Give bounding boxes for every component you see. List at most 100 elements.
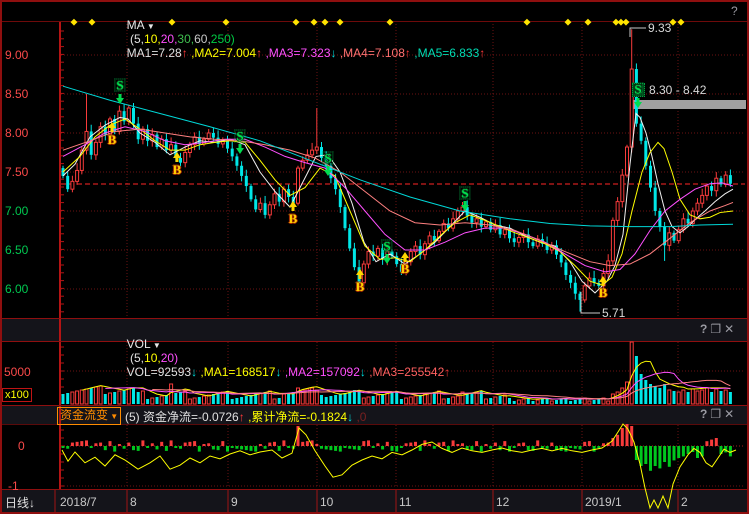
vol-dropdown[interactable]: VOL ▼	[127, 337, 161, 351]
event-diamond-icon[interactable]: ◆	[311, 17, 318, 28]
date-axis-label: 12	[496, 495, 509, 509]
maximize-icon: ❐	[710, 322, 724, 336]
funds-window-controls[interactable]: ?❐✕	[700, 407, 737, 421]
indicator-dropdown[interactable]: MA ▼	[127, 18, 155, 32]
close-icon: ✕	[724, 407, 737, 421]
funds-value: (5) 资金净流=-0.0726	[125, 410, 239, 424]
vol-unit-badge: x100	[2, 388, 32, 402]
ma-param: 20,	[161, 32, 178, 46]
buy-signal: B	[401, 261, 410, 277]
low-price-annotation: 5.71	[602, 306, 625, 320]
price-axis-label: 9.00	[5, 48, 28, 62]
up-arrow-icon: ↑	[239, 410, 248, 424]
date-axis-label: 9	[231, 495, 238, 509]
vol-window-controls[interactable]: ?❐✕	[700, 322, 737, 336]
event-diamond-icon[interactable]: ◆	[337, 17, 344, 28]
up-arrow-icon: ↑	[479, 46, 488, 60]
price-axis-label: 6.50	[5, 243, 28, 257]
vol-axis-label: 5000	[4, 365, 31, 379]
vol-params: (5,10,20)	[127, 351, 178, 365]
date-axis-label: 11	[399, 495, 411, 509]
ma-param: 60,	[194, 32, 211, 46]
high-price-annotation: 9.33	[648, 21, 671, 35]
down-arrow-icon: ↓	[331, 46, 340, 60]
help-icon[interactable]: ?	[731, 4, 738, 18]
down-arrow-icon: ↓	[29, 496, 35, 510]
event-diamond-icon[interactable]: ◆	[524, 17, 531, 28]
event-diamond-icon[interactable]: ◆	[565, 17, 572, 28]
maximize-icon: ❐	[710, 407, 724, 421]
help-icon: ?	[700, 322, 710, 336]
ma-value: ,MA4=7.108	[340, 46, 405, 60]
event-diamond-icon[interactable]: ◆	[585, 17, 592, 28]
funds-axis-label: -1	[8, 479, 19, 493]
buy-signal: B	[289, 211, 298, 227]
up-arrow-icon: ↑	[182, 46, 191, 60]
ma-value: MA1=7.28	[127, 46, 182, 60]
sell-signal: S	[114, 79, 125, 92]
buy-signal: B	[108, 132, 117, 148]
down-arrow-icon: ↓	[275, 365, 284, 379]
funds-plot[interactable]	[61, 425, 745, 489]
ma-params: (5,10,20,30,60,250)	[127, 32, 235, 46]
event-diamond-icon[interactable]: ◆	[387, 17, 394, 28]
help-icon: ?	[700, 407, 710, 421]
event-diamond-icon[interactable]: ◆	[293, 17, 300, 28]
sell-signal: S	[322, 152, 333, 165]
buy-signal: B	[173, 162, 182, 178]
funds-value: ,累计净流=-0.1824	[248, 410, 347, 424]
event-diamond-icon[interactable]: ◆	[71, 17, 78, 28]
vol-param: 20)	[161, 351, 178, 365]
sell-signal: S	[381, 240, 392, 253]
date-axis-bar	[0, 490, 749, 512]
date-axis-label: 2	[681, 495, 688, 509]
ma-value: ,MA2=7.004	[191, 46, 256, 60]
date-axis-label: 10	[320, 495, 333, 509]
sell-signal: S	[234, 130, 245, 143]
funds-value: ,0	[356, 410, 366, 424]
funds-axis-label: 0	[18, 439, 25, 453]
ma-param: 30,	[177, 32, 194, 46]
trading-app-window: { "main_header": { "indicator_label": "M…	[0, 0, 749, 514]
ma-param: 10,	[144, 32, 161, 46]
date-axis-label: 8	[130, 495, 137, 509]
event-diamond-icon[interactable]: ◆	[623, 17, 630, 28]
ma-values: MA1=7.28↑ ,MA2=7.004↑ ,MA3=7.323↓ ,MA4=7…	[127, 46, 489, 60]
event-diamond-icon[interactable]: ◆	[89, 17, 96, 28]
buy-signal: B	[356, 279, 365, 295]
vol-param: (5,	[130, 351, 144, 365]
main-indicator-header: MA ▼ (5,10,20,30,60,250) MA1=7.28↑ ,MA2=…	[120, 4, 489, 60]
funds-values: (5) 资金净流=-0.0726↑ ,累计净流=-0.1824↓ ,0	[125, 408, 366, 425]
vol-param: 10,	[144, 351, 161, 365]
price-axis-label: 7.50	[5, 165, 28, 179]
funds-indicator-dropdown[interactable]: 资金流变 ▼	[57, 407, 121, 425]
price-axis-label: 7.00	[5, 204, 28, 218]
event-diamond-icon[interactable]: ◆	[678, 17, 685, 28]
price-axis-label: 6.00	[5, 282, 28, 296]
sell-signal: S	[632, 83, 643, 96]
ma-value: ,MA3=7.323	[265, 46, 330, 60]
price-axis-label: 8.50	[5, 87, 28, 101]
up-arrow-icon: ↑	[405, 46, 414, 60]
vol-value: ,MA1=168517	[200, 365, 275, 379]
vol-value: VOL=92593	[127, 365, 191, 379]
vol-value: ,MA2=157092	[285, 365, 360, 379]
date-axis-label: 2018/7	[60, 495, 97, 509]
event-diamond-icon[interactable]: ◆	[223, 17, 230, 28]
buy-signal: B	[599, 285, 608, 301]
ma-param: (5,	[130, 32, 144, 46]
price-axis-label: 8.00	[5, 126, 28, 140]
event-diamond-icon[interactable]: ◆	[322, 17, 329, 28]
sell-signal: S	[459, 187, 470, 200]
down-arrow-icon: ↓	[191, 365, 200, 379]
vol-values: VOL=92593↓ ,MA1=168517↓ ,MA2=157092↓ ,MA…	[127, 365, 454, 379]
up-arrow-icon: ↑	[444, 365, 453, 379]
ma-param: 250)	[211, 32, 235, 46]
ma-value: ,MA5=6.833	[414, 46, 479, 60]
close-icon: ✕	[724, 322, 737, 336]
vol-indicator-header: VOL ▼ (5,10,20) VOL=92593↓ ,MA1=168517↓ …	[120, 323, 454, 379]
down-arrow-icon: ↓	[360, 365, 369, 379]
vol-value: ,MA3=255542	[369, 365, 444, 379]
period-selector[interactable]: 日线↓	[5, 494, 35, 511]
event-diamond-icon[interactable]: ◆	[169, 17, 176, 28]
